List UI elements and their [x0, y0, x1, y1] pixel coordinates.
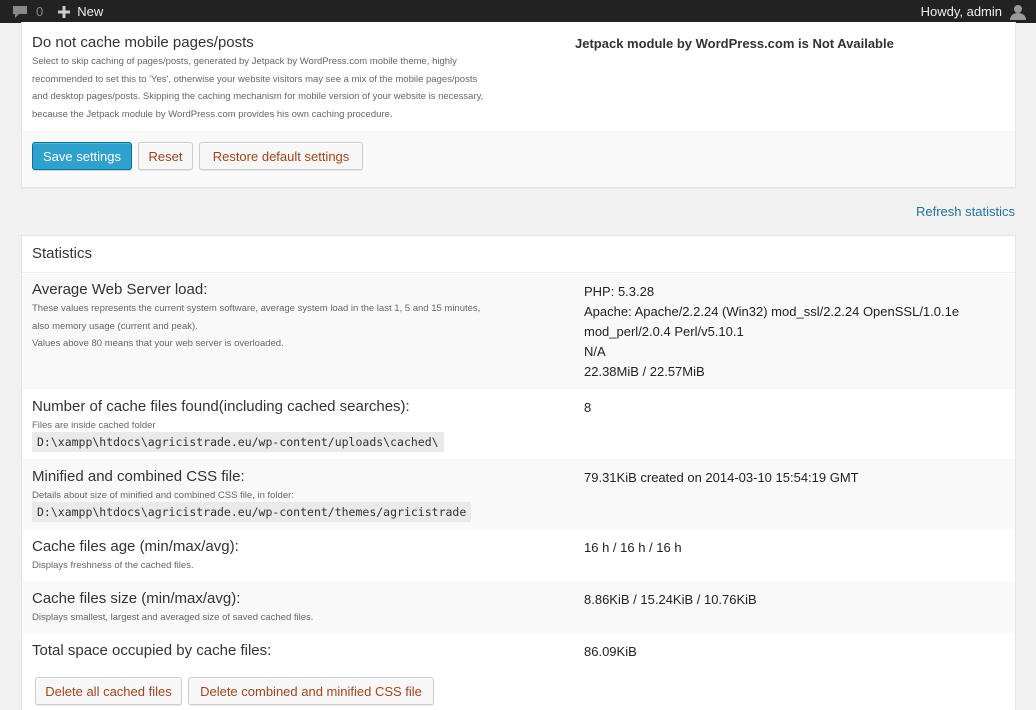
mobile-cache-title: Do not cache mobile pages/posts [32, 34, 254, 51]
css-file-title: Minified and combined CSS file: [32, 468, 245, 485]
cache-age-description: Displays freshness of the cached files. [32, 560, 194, 571]
server-load-description: These values represents the current syst… [32, 300, 552, 353]
cache-files-title: Number of cache files found(including ca… [32, 398, 410, 415]
settings-panel: Do not cache mobile pages/posts Select t… [21, 22, 1016, 188]
statistics-panel: Statistics Average Web Server load: Thes… [21, 235, 1016, 710]
new-content-menu[interactable]: New [57, 4, 103, 19]
statistics-header: Statistics [22, 236, 1015, 273]
cache-files-row: Number of cache files found(including ca… [22, 389, 1015, 459]
cache-folder-path-wrap: D:\xampp\htdocs\agricistrade.eu/wp-conte… [32, 432, 444, 452]
user-avatar-icon [1010, 4, 1026, 20]
settings-actions: Save settings Reset Restore default sett… [22, 131, 1015, 187]
desc-line: These values represents the current syst… [32, 303, 481, 314]
mobile-cache-row: Do not cache mobile pages/posts Select t… [22, 22, 1015, 131]
delete-cached-files-button[interactable]: Delete all cached files [35, 677, 182, 705]
desc-line: Values above 80 means that your web serv… [32, 338, 284, 349]
reset-button[interactable]: Reset [138, 142, 193, 170]
css-file-row: Minified and combined CSS file: Details … [22, 459, 1015, 529]
user-menu[interactable]: Howdy, admin [921, 0, 1026, 23]
delete-css-file-button[interactable]: Delete combined and minified CSS file [188, 677, 434, 705]
cache-size-value: 8.86KiB / 15.24KiB / 10.76KiB [584, 592, 757, 607]
cache-size-title: Cache files size (min/max/avg): [32, 590, 241, 607]
desc-line: also memory usage (current and peak). [32, 320, 198, 332]
howdy-text: Howdy, admin [920, 4, 1002, 19]
server-load-title: Average Web Server load: [32, 281, 208, 298]
admin-bar: 0 New Howdy, admin [0, 0, 1036, 23]
system-load: N/A [584, 344, 606, 359]
cache-age-title: Cache files age (min/max/avg): [32, 538, 239, 555]
comment-bubble-icon [13, 5, 27, 18]
server-load-row: Average Web Server load: These values re… [22, 274, 1015, 389]
total-space-title: Total space occupied by cache files: [32, 642, 272, 659]
plus-icon [58, 5, 71, 18]
css-file-info: 79.31KiB created on 2014-03-10 15:54:19 … [584, 470, 859, 485]
php-version: PHP: 5.3.28 [584, 284, 655, 299]
desc-line: Select to skip caching of pages/posts, g… [32, 56, 457, 67]
save-settings-button[interactable]: Save settings [32, 142, 132, 170]
comments-menu[interactable]: 0 [12, 4, 43, 19]
memory-usage: 22.38MiB / 22.57MiB [584, 364, 705, 379]
cache-files-count: 8 [584, 400, 592, 415]
desc-line: because the Jetpack module by WordPress.… [32, 108, 393, 120]
mobile-cache-description: Select to skip caching of pages/posts, g… [32, 53, 552, 123]
total-space-row: Total space occupied by cache files: 86.… [22, 633, 1015, 710]
perl-version: mod_perl/2.0.4 Perl/v5.10.1 [584, 324, 744, 339]
css-folder-path-wrap: D:\xampp\htdocs\agricistrade.eu/wp-conte… [32, 502, 472, 522]
server-load-values: PHP: 5.3.28 Apache: Apache/2.2.24 (Win32… [584, 282, 959, 382]
refresh-statistics-link[interactable]: Refresh statistics [916, 204, 1015, 219]
cache-folder-path: D:\xampp\htdocs\agricistrade.eu/wp-conte… [32, 432, 444, 452]
cache-size-row: Cache files size (min/max/avg): Displays… [22, 581, 1015, 633]
statistics-title: Statistics [32, 245, 93, 262]
desc-line: and desktop pages/posts. Skipping the ca… [32, 91, 484, 102]
cache-size-description: Displays smallest, largest and averaged … [32, 612, 314, 623]
cache-age-value: 16 h / 16 h / 16 h [584, 540, 682, 555]
cache-age-row: Cache files age (min/max/avg): Displays … [22, 529, 1015, 581]
comment-count: 0 [36, 4, 44, 19]
css-folder-path: D:\xampp\htdocs\agricistrade.eu/wp-conte… [32, 502, 472, 522]
new-label: New [77, 4, 104, 19]
apache-version: Apache: Apache/2.2.24 (Win32) mod_ssl/2.… [584, 304, 960, 319]
total-space-value: 86.09KiB [584, 644, 637, 659]
jetpack-status: Jetpack module by WordPress.com is Not A… [575, 36, 894, 51]
desc-line: recommended to set this to 'Yes', otherw… [32, 73, 478, 85]
restore-defaults-button[interactable]: Restore default settings [199, 142, 363, 170]
